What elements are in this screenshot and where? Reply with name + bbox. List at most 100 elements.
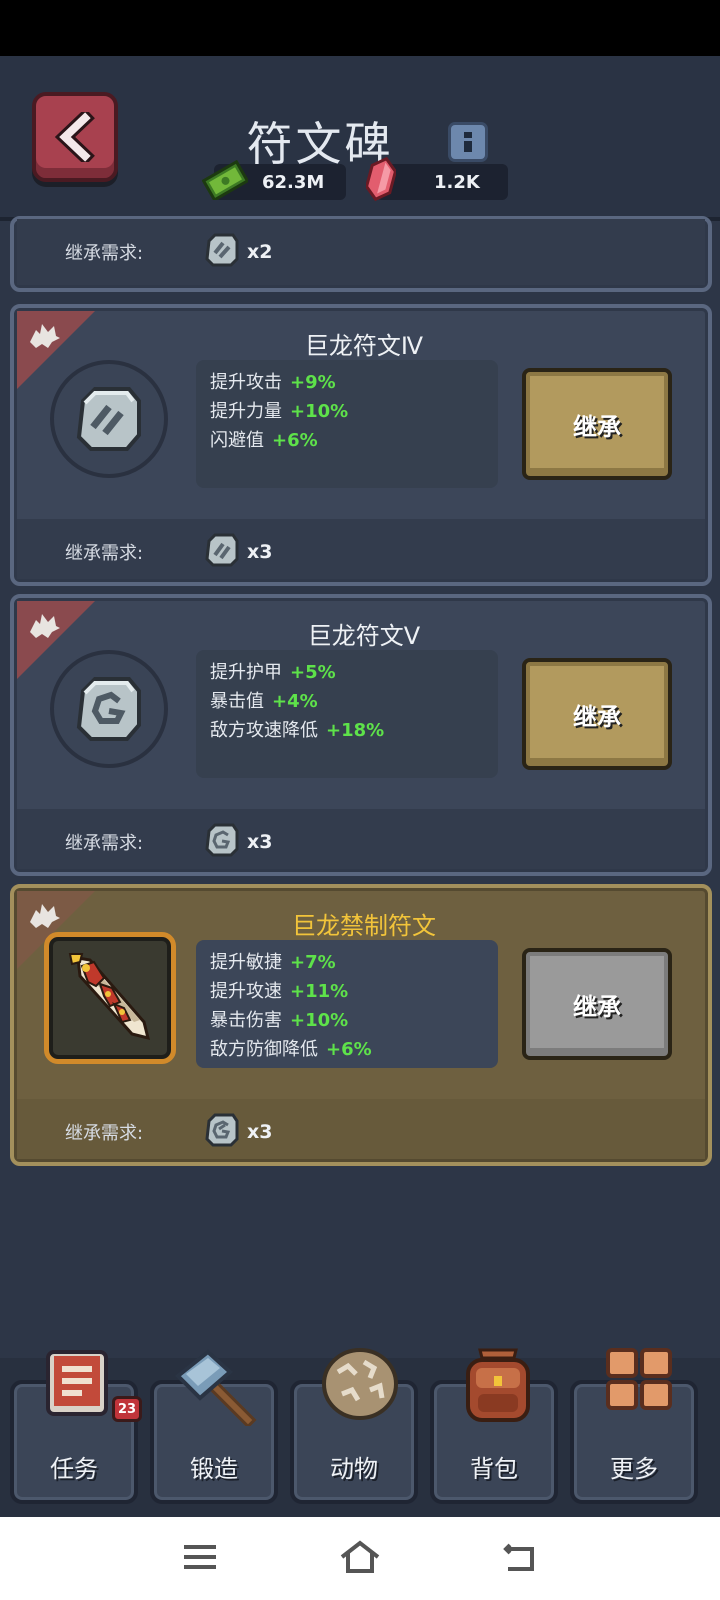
stat-line: 暴击伤害 +10% bbox=[210, 1006, 484, 1035]
rune-stone-icon bbox=[76, 677, 141, 741]
stat-line: 暴击值 +4% bbox=[210, 687, 484, 716]
chevron-left-icon bbox=[54, 112, 95, 162]
requirement-strip: 继承需求: x3 bbox=[17, 1099, 705, 1159]
stat-value: +4% bbox=[272, 691, 318, 712]
cash-icon bbox=[202, 160, 248, 200]
rune-panel-partial: 继承需求: x2 bbox=[10, 216, 712, 292]
quest-book-icon bbox=[46, 1350, 108, 1416]
stat-name: 敌方防御降低 bbox=[210, 1039, 318, 1060]
requirement-strip: 继承需求: x3 bbox=[17, 809, 705, 869]
game-screen: 符文碑 62.3M 1.2K 继承需求: x2 巨龙符文Ⅳ 提升攻击 +9% 提… bbox=[0, 56, 720, 1517]
stat-value: +11% bbox=[290, 981, 349, 1002]
egg-icon bbox=[322, 1348, 398, 1420]
stat-line: 提升攻速 +11% bbox=[210, 977, 484, 1006]
rune-stone-icon bbox=[76, 387, 141, 451]
requirement-count: x3 bbox=[247, 831, 273, 853]
stat-name: 提升攻速 bbox=[210, 981, 282, 1002]
rune-slot bbox=[50, 650, 168, 768]
stat-value: +9% bbox=[290, 372, 336, 393]
stat-line: 提升力量 +10% bbox=[210, 397, 484, 426]
rune-stone-icon bbox=[205, 233, 239, 267]
notification-badge: 23 bbox=[112, 1396, 142, 1422]
home-icon[interactable] bbox=[338, 1539, 382, 1575]
dragon-icon bbox=[30, 614, 60, 638]
gem-icon bbox=[366, 156, 396, 202]
nav-label: 更多 bbox=[610, 1455, 658, 1483]
rune-title: 巨龙禁制符文 bbox=[292, 912, 436, 940]
requirement-label: 继承需求: bbox=[65, 543, 144, 564]
stat-line: 闪避值 +6% bbox=[210, 426, 484, 455]
stat-value: +5% bbox=[290, 662, 336, 683]
rune-stone-icon bbox=[205, 1113, 239, 1147]
dragon-icon bbox=[30, 324, 60, 348]
nav-label: 任务 bbox=[50, 1455, 98, 1483]
info-icon bbox=[464, 132, 472, 152]
rune-stone-icon bbox=[205, 823, 239, 857]
header: 符文碑 62.3M 1.2K bbox=[0, 56, 720, 221]
stat-line: 敌方攻速降低 +18% bbox=[210, 716, 484, 745]
nav-forge[interactable]: 锻造 bbox=[150, 1349, 278, 1504]
stat-line: 敌方防御降低 +6% bbox=[210, 1035, 484, 1064]
stat-value: +10% bbox=[290, 1010, 349, 1031]
rune-title: 巨龙符文Ⅳ bbox=[304, 332, 424, 360]
stat-name: 提升攻击 bbox=[210, 372, 282, 393]
requirement-count: x3 bbox=[247, 1121, 273, 1143]
nav-label: 背包 bbox=[470, 1455, 518, 1483]
stat-line: 提升敏捷 +7% bbox=[210, 948, 484, 977]
back-button[interactable] bbox=[32, 92, 118, 182]
rune-slot bbox=[50, 360, 168, 478]
requirement-strip: 继承需求: x3 bbox=[17, 519, 705, 579]
nav-label: 锻造 bbox=[190, 1455, 238, 1483]
requirement-count: x3 bbox=[247, 541, 273, 563]
stat-value: +7% bbox=[290, 952, 336, 973]
stat-name: 暴击值 bbox=[210, 691, 264, 712]
stat-value: +18% bbox=[326, 720, 385, 741]
dragon-icon bbox=[30, 904, 60, 928]
stat-name: 敌方攻速降低 bbox=[210, 720, 318, 741]
nav-animals[interactable]: 动物 bbox=[290, 1348, 418, 1504]
stat-value: +10% bbox=[290, 401, 349, 422]
stat-box: 提升护甲 +5% 暴击值 +4% 敌方攻速降低 +18% bbox=[196, 650, 498, 778]
rune-panel-2: 巨龙符文Ⅴ 提升护甲 +5% 暴击值 +4% 敌方攻速降低 +18% 继承 继承需求:… bbox=[10, 594, 712, 876]
nav-quests[interactable]: 23 任务 bbox=[10, 1350, 142, 1504]
nav-more[interactable]: 更多 bbox=[570, 1348, 698, 1504]
stat-name: 提升力量 bbox=[210, 401, 282, 422]
stat-name: 提升护甲 bbox=[210, 662, 282, 683]
stat-line: 提升攻击 +9% bbox=[210, 368, 484, 397]
dragon-sword-icon bbox=[68, 953, 151, 1041]
requirement-label: 继承需求: bbox=[65, 833, 144, 854]
inherit-button[interactable]: 继承 bbox=[522, 368, 672, 480]
bottom-nav: 23 任务 锻造 动物 背包 更多 bbox=[0, 1348, 720, 1517]
status-bar bbox=[0, 0, 720, 56]
requirement-count: x2 bbox=[247, 241, 273, 263]
hammer-icon bbox=[175, 1349, 257, 1426]
inherit-button-disabled[interactable]: 继承 bbox=[522, 948, 672, 1060]
stat-name: 提升敏捷 bbox=[210, 952, 282, 973]
rune-panel-3: 巨龙禁制符文 提升敏捷 +7% 提升攻速 +11% 暴击伤害 +10% 敌方防御降低 +… bbox=[10, 884, 712, 1166]
requirement-label: 继承需求: bbox=[65, 1123, 144, 1144]
stat-name: 闪避值 bbox=[210, 430, 264, 451]
info-button[interactable] bbox=[448, 122, 488, 162]
inherit-button[interactable]: 继承 bbox=[522, 658, 672, 770]
item-slot bbox=[44, 932, 176, 1064]
rune-panel-1: 巨龙符文Ⅳ 提升攻击 +9% 提升力量 +10% 闪避值 +6% 继承 继承需求: x… bbox=[10, 304, 712, 586]
gem-amount: 1.2K bbox=[434, 171, 480, 193]
requirement-strip: 继承需求: x2 bbox=[17, 219, 705, 285]
stat-box: 提升敏捷 +7% 提升攻速 +11% 暴击伤害 +10% 敌方防御降低 +6% bbox=[196, 940, 498, 1068]
stat-line: 提升护甲 +5% bbox=[210, 658, 484, 687]
backpack-icon bbox=[466, 1348, 530, 1422]
nav-backpack[interactable]: 背包 bbox=[430, 1348, 558, 1504]
rune-stone-icon bbox=[205, 533, 239, 567]
stat-value: +6% bbox=[326, 1039, 372, 1060]
grid-icon bbox=[606, 1348, 672, 1410]
cash-amount: 62.3M bbox=[262, 171, 325, 193]
system-navigation-bar bbox=[0, 1517, 720, 1600]
requirement-label: 继承需求: bbox=[65, 243, 144, 264]
stat-name: 暴击伤害 bbox=[210, 1010, 282, 1031]
back-icon[interactable] bbox=[500, 1539, 540, 1575]
nav-label: 动物 bbox=[330, 1455, 378, 1483]
stat-box: 提升攻击 +9% 提升力量 +10% 闪避值 +6% bbox=[196, 360, 498, 488]
menu-icon[interactable] bbox=[180, 1539, 220, 1575]
rune-title: 巨龙符文Ⅴ bbox=[307, 622, 421, 650]
stat-value: +6% bbox=[272, 430, 318, 451]
